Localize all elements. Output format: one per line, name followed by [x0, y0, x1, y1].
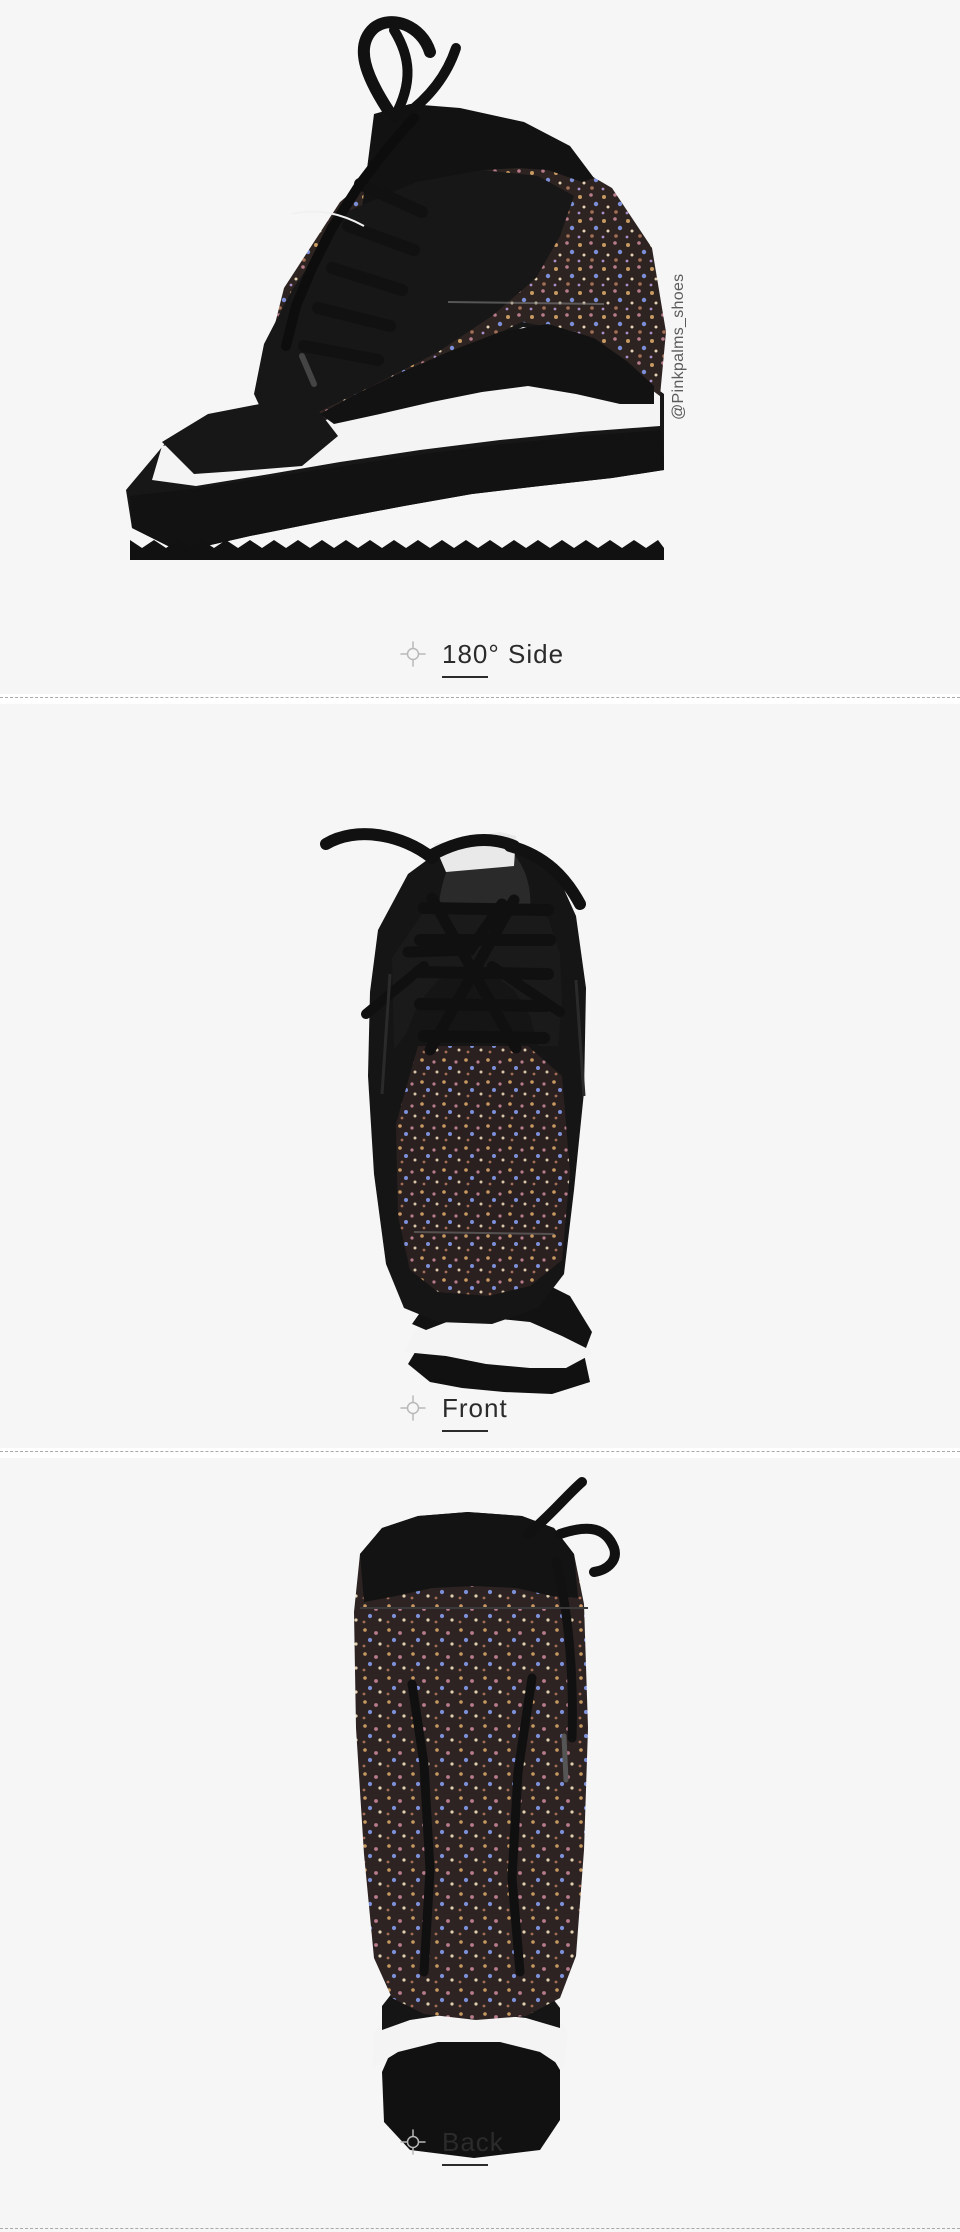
section-divider — [0, 2228, 960, 2229]
watermark: @Pinkpalms_shoes — [670, 273, 687, 420]
section-divider — [0, 1451, 960, 1452]
caption-side: 180° Side — [400, 640, 564, 678]
crosshair-icon — [400, 641, 426, 667]
caption-text: Back — [442, 2128, 504, 2166]
caption-underline — [442, 676, 488, 678]
front-view-panel: Front — [0, 704, 960, 1448]
back-view-image — [0, 1458, 960, 2232]
crosshair-icon — [400, 2129, 426, 2155]
back-view-panel: Back — [0, 1458, 960, 2232]
caption-front: Front — [400, 1394, 508, 1432]
caption-underline — [442, 1430, 488, 1432]
crosshair-icon — [400, 1395, 426, 1421]
caption-back: Back — [400, 2128, 504, 2166]
side-view-image — [0, 0, 960, 694]
section-divider — [0, 697, 960, 698]
caption-underline — [442, 2164, 488, 2166]
caption-text: 180° Side — [442, 640, 564, 678]
front-view-image — [0, 704, 960, 1448]
side-view-panel: @Pinkpalms_shoes 180° Side — [0, 0, 960, 694]
caption-text: Front — [442, 1394, 508, 1432]
